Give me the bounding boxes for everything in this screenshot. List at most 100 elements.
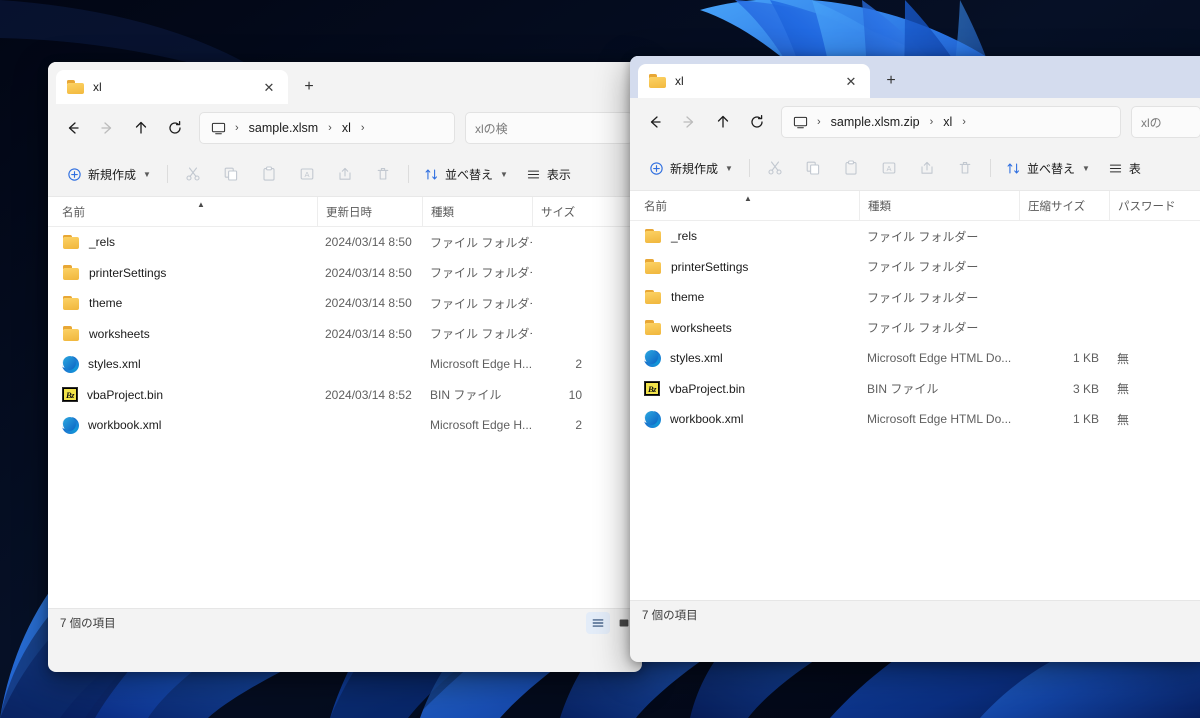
back-arrow-icon[interactable] bbox=[639, 106, 671, 138]
file-type: ファイル フォルダー bbox=[867, 321, 979, 336]
table-row[interactable]: workbook.xml Microsoft Edge HTML Do... 1… bbox=[630, 404, 1200, 435]
forward-arrow-icon[interactable] bbox=[91, 112, 123, 144]
column-header-type[interactable]: 種類 bbox=[859, 190, 1019, 221]
file-size: 10 bbox=[568, 387, 582, 402]
file-name: vbaProject.bin bbox=[669, 381, 746, 396]
file-compressed-size: 1 KB bbox=[1072, 351, 1099, 366]
file-date: 2024/03/14 8:52 bbox=[325, 387, 412, 402]
close-icon[interactable]: ✕ bbox=[840, 70, 862, 92]
delete-icon[interactable] bbox=[365, 158, 401, 190]
divider bbox=[989, 159, 991, 177]
up-arrow-icon[interactable] bbox=[707, 106, 739, 138]
back-arrow-icon[interactable] bbox=[57, 112, 89, 144]
table-row[interactable]: styles.xml Microsoft Edge H... 2 bbox=[48, 349, 642, 380]
column-header-name[interactable]: 名前 ▲ bbox=[644, 191, 859, 221]
table-row[interactable]: vbaProject.bin 2024/03/14 8:52 BIN ファイル … bbox=[48, 380, 642, 411]
copy-icon[interactable] bbox=[213, 158, 249, 190]
folder-icon bbox=[644, 228, 662, 245]
bin-file-icon bbox=[62, 387, 78, 403]
column-header-compressed-size[interactable]: 圧縮サイズ bbox=[1019, 190, 1109, 221]
status-bar-front: 7 個の項目 bbox=[630, 600, 1200, 628]
cut-icon[interactable] bbox=[757, 152, 793, 184]
file-type: ファイル フォルダー bbox=[430, 296, 532, 311]
file-list-front[interactable]: 名前 ▲ 種類 圧縮サイズ パスワード _rels ファイル フォルダー pri… bbox=[630, 190, 1200, 600]
table-row[interactable]: _rels 2024/03/14 8:50 ファイル フォルダー bbox=[48, 227, 642, 258]
column-header-size[interactable]: サイズ bbox=[532, 196, 592, 227]
file-type: BIN ファイル bbox=[430, 388, 502, 403]
plus-icon[interactable]: + bbox=[294, 72, 324, 102]
breadcrumb-separator: › bbox=[328, 122, 332, 134]
rename-icon[interactable]: A bbox=[289, 158, 325, 190]
search-input[interactable]: xlの検 bbox=[465, 112, 633, 144]
refresh-icon[interactable] bbox=[741, 106, 773, 138]
file-name: vbaProject.bin bbox=[87, 387, 164, 402]
table-row[interactable]: vbaProject.bin BIN ファイル 3 KB 無 bbox=[630, 374, 1200, 405]
column-header-date[interactable]: 更新日時 bbox=[317, 196, 422, 227]
column-header-password[interactable]: パスワード bbox=[1109, 190, 1179, 221]
view-button[interactable]: 表 bbox=[1100, 153, 1149, 183]
sort-button[interactable]: 並べ替え ▼ bbox=[998, 153, 1098, 183]
plus-icon[interactable]: + bbox=[876, 66, 906, 96]
edge-icon bbox=[62, 416, 79, 434]
new-button-label: 新規作成 bbox=[88, 167, 137, 182]
explorer-window-back[interactable]: xl ✕ + › sample.xlsm › xl › xlの検 新規作成 ▼ … bbox=[48, 62, 642, 672]
folder-icon bbox=[62, 325, 80, 342]
column-header-name[interactable]: 名前 ▲ bbox=[62, 197, 317, 227]
share-icon[interactable] bbox=[909, 152, 945, 184]
titlebar-back[interactable]: xl ✕ + bbox=[48, 62, 642, 104]
item-count: 7 個の項目 bbox=[642, 609, 698, 622]
table-row[interactable]: theme ファイル フォルダー bbox=[630, 282, 1200, 313]
breadcrumb-item-0[interactable]: sample.xlsm bbox=[246, 119, 321, 137]
sort-ascending-icon: ▲ bbox=[744, 193, 752, 203]
file-name: printerSettings bbox=[89, 265, 167, 280]
file-password: 無 bbox=[1117, 412, 1130, 427]
close-icon[interactable]: ✕ bbox=[258, 76, 280, 98]
table-row[interactable]: _rels ファイル フォルダー bbox=[630, 221, 1200, 252]
breadcrumb-item-0[interactable]: sample.xlsm.zip bbox=[828, 113, 923, 131]
delete-icon[interactable] bbox=[947, 152, 983, 184]
details-view-icon[interactable] bbox=[586, 611, 610, 634]
forward-arrow-icon[interactable] bbox=[673, 106, 705, 138]
cut-icon[interactable] bbox=[175, 158, 211, 190]
this-pc-icon[interactable] bbox=[790, 112, 810, 132]
sort-button[interactable]: 並べ替え ▼ bbox=[416, 159, 516, 189]
file-date: 2024/03/14 8:50 bbox=[325, 326, 412, 341]
view-button[interactable]: 表示 bbox=[518, 159, 579, 189]
tab-xl-front[interactable]: xl ✕ bbox=[638, 64, 870, 98]
breadcrumb-item-1[interactable]: xl bbox=[339, 119, 354, 137]
breadcrumb[interactable]: › sample.xlsm › xl › bbox=[199, 112, 455, 144]
share-icon[interactable] bbox=[327, 158, 363, 190]
table-row[interactable]: workbook.xml Microsoft Edge H... 2 bbox=[48, 410, 642, 441]
column-header-type[interactable]: 種類 bbox=[422, 196, 532, 227]
breadcrumb-item-1[interactable]: xl bbox=[940, 113, 955, 131]
view-toggle-group[interactable] bbox=[586, 611, 636, 634]
file-type: ファイル フォルダー bbox=[867, 290, 979, 305]
folder-icon bbox=[62, 234, 80, 251]
refresh-icon[interactable] bbox=[159, 112, 191, 144]
new-button[interactable]: 新規作成 ▼ bbox=[640, 153, 742, 183]
chevron-down-icon: ▼ bbox=[499, 169, 508, 179]
tab-xl-back[interactable]: xl ✕ bbox=[56, 70, 288, 104]
this-pc-icon[interactable] bbox=[208, 118, 228, 138]
paste-icon[interactable] bbox=[833, 152, 869, 184]
titlebar-front[interactable]: xl ✕ + bbox=[630, 56, 1200, 98]
table-row[interactable]: printerSettings ファイル フォルダー bbox=[630, 252, 1200, 283]
file-list-back[interactable]: 名前 ▲ 更新日時 種類 サイズ _rels 2024/03/14 8:50 フ… bbox=[48, 196, 642, 608]
table-row[interactable]: worksheets ファイル フォルダー bbox=[630, 313, 1200, 344]
search-input[interactable]: xlの bbox=[1131, 106, 1200, 138]
up-arrow-icon[interactable] bbox=[125, 112, 157, 144]
paste-icon[interactable] bbox=[251, 158, 287, 190]
file-date: 2024/03/14 8:50 bbox=[325, 296, 412, 311]
table-row[interactable]: theme 2024/03/14 8:50 ファイル フォルダー bbox=[48, 288, 642, 319]
copy-icon[interactable] bbox=[795, 152, 831, 184]
table-row[interactable]: printerSettings 2024/03/14 8:50 ファイル フォル… bbox=[48, 258, 642, 289]
explorer-window-front[interactable]: xl ✕ + › sample.xlsm.zip › xl › xlの 新規作成… bbox=[630, 56, 1200, 662]
command-bar-back: 新規作成 ▼ A 並べ替え ▼ 表示 bbox=[48, 152, 642, 196]
chevron-down-icon: ▼ bbox=[143, 169, 151, 179]
table-row[interactable]: styles.xml Microsoft Edge HTML Do... 1 K… bbox=[630, 343, 1200, 374]
breadcrumb[interactable]: › sample.xlsm.zip › xl › bbox=[781, 106, 1121, 138]
table-row[interactable]: worksheets 2024/03/14 8:50 ファイル フォルダー bbox=[48, 319, 642, 350]
new-button[interactable]: 新規作成 ▼ bbox=[58, 159, 160, 189]
file-type: Microsoft Edge HTML Do... bbox=[867, 351, 1012, 366]
rename-icon[interactable]: A bbox=[871, 152, 907, 184]
